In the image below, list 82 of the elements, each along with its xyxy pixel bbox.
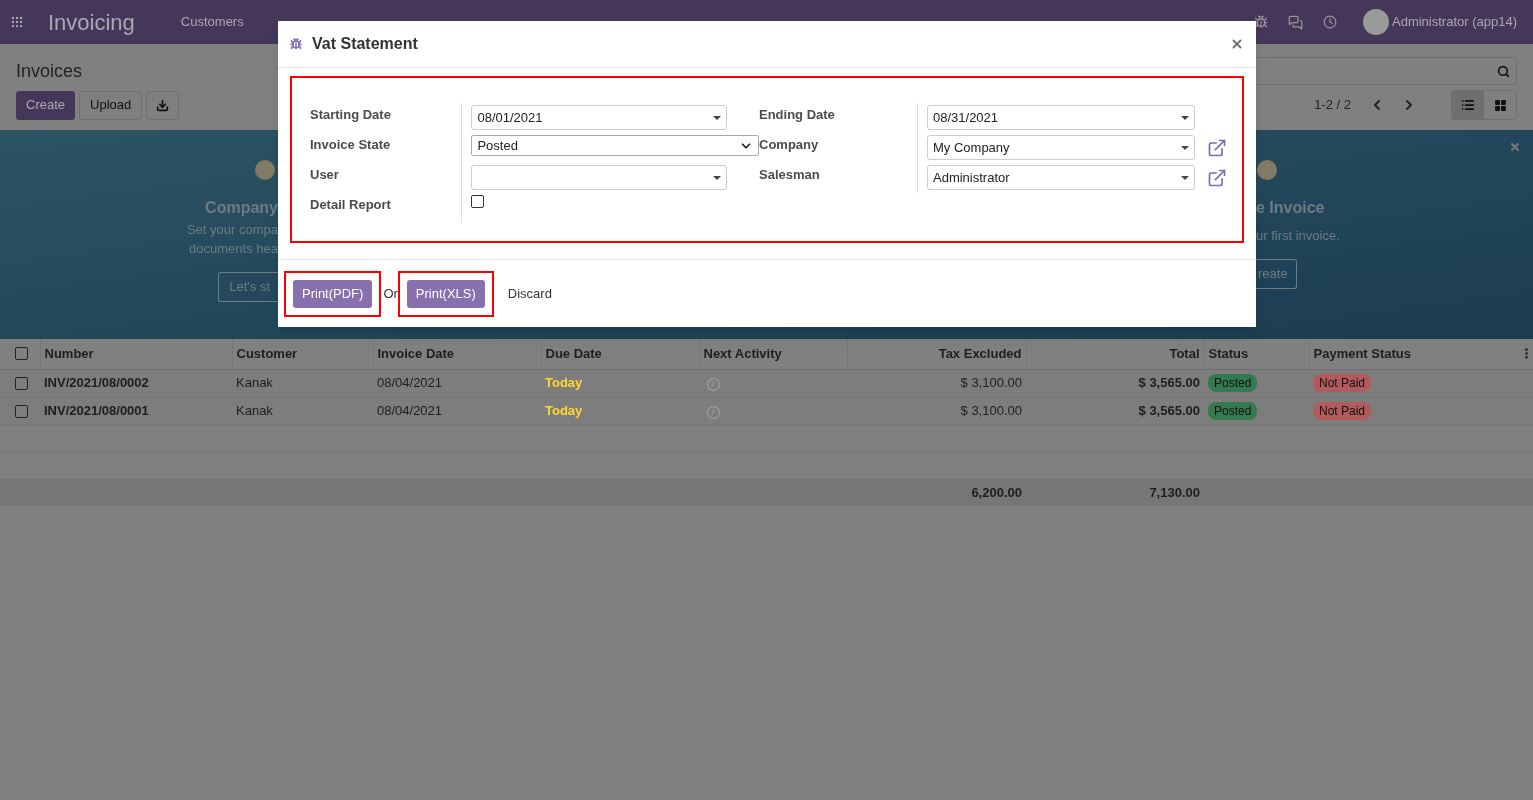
dropdown-field[interactable]: Administrator xyxy=(927,165,1195,190)
table-cell: Today xyxy=(545,375,583,391)
field-label: User xyxy=(310,166,340,184)
search-icon[interactable] xyxy=(1497,64,1510,78)
caret-icon xyxy=(713,115,721,120)
table-cell: $ 3,565.00 xyxy=(1138,375,1200,391)
select-all-checkbox[interactable] xyxy=(15,347,28,361)
table-cell: 08/04/2021 xyxy=(377,403,443,419)
status-badge: Posted xyxy=(1208,374,1258,393)
banner-text: Set your compa xyxy=(186,221,278,239)
close-icon[interactable] xyxy=(1509,141,1521,153)
caret-icon xyxy=(1181,115,1189,120)
upload-button[interactable]: Upload xyxy=(79,90,143,120)
external-link-icon[interactable] xyxy=(1207,167,1227,188)
status-badge: Posted xyxy=(1208,402,1258,421)
clock-icon[interactable] xyxy=(1323,15,1337,29)
user-name[interactable]: Administrator (app14) xyxy=(1392,12,1517,32)
column-header[interactable]: Next Activity xyxy=(699,339,847,369)
dropdown-field[interactable] xyxy=(471,165,727,190)
field-label: Detail Report xyxy=(310,196,392,214)
caret-icon xyxy=(1181,145,1189,150)
payment-status-badge: Not Paid xyxy=(1313,374,1372,393)
table-cell: Kanak xyxy=(236,403,273,419)
select-field[interactable]: Posted xyxy=(471,135,759,156)
print-xls-button[interactable]: Print(XLS) xyxy=(406,279,485,308)
table-cell: INV/2021/08/0001 xyxy=(44,403,149,419)
banner-text: documents hea xyxy=(189,240,278,258)
download-button[interactable] xyxy=(146,90,180,120)
field-label: Salesman xyxy=(759,166,821,184)
table-cell: $ 3,565.00 xyxy=(1138,403,1200,419)
row-checkbox[interactable] xyxy=(15,404,28,418)
banner-title: e Invoice xyxy=(1256,198,1325,218)
field-label: Company xyxy=(759,136,820,154)
column-header[interactable]: Tax Excluded xyxy=(847,339,1026,369)
avatar[interactable] xyxy=(1363,9,1389,35)
total-cell: 6,200.00 xyxy=(971,485,1022,500)
table-cell: $ 3,100.00 xyxy=(960,375,1022,391)
table-cell: 08/04/2021 xyxy=(377,375,443,391)
app-title: Invoicing xyxy=(48,8,135,37)
payment-status-badge: Not Paid xyxy=(1313,402,1372,421)
column-header[interactable]: Due Date xyxy=(541,339,699,369)
chat-icon[interactable] xyxy=(1288,14,1303,30)
dropdown-field[interactable]: 08/31/2021 xyxy=(927,105,1195,130)
app-menu-icon[interactable] xyxy=(10,15,24,29)
caret-icon xyxy=(1181,175,1189,180)
column-header[interactable]: Status xyxy=(1204,339,1309,369)
download-icon xyxy=(156,98,170,112)
list-view-button[interactable] xyxy=(1452,91,1484,119)
total-cell: 7,130.00 xyxy=(1149,485,1200,500)
field-label: Ending Date xyxy=(759,106,836,124)
list-icon xyxy=(1461,98,1475,112)
banner-title: Company xyxy=(205,198,278,218)
column-header[interactable]: Payment Status xyxy=(1309,339,1520,369)
pager: 1-2 / 2 xyxy=(1314,96,1351,115)
table-cell: INV/2021/08/0002 xyxy=(44,375,149,391)
table-cell: $ 3,100.00 xyxy=(960,403,1022,419)
create-button[interactable]: Create xyxy=(16,90,76,120)
checkbox[interactable] xyxy=(471,195,485,208)
column-header[interactable]: Number xyxy=(40,339,232,369)
separator-text: Or xyxy=(383,284,398,303)
close-icon[interactable] xyxy=(1230,37,1244,51)
row-checkbox[interactable] xyxy=(15,376,28,390)
print-pdf-button[interactable]: Print(PDF) xyxy=(293,279,373,308)
field-label: Invoice State xyxy=(310,136,392,154)
banner-text: ur first invoice. xyxy=(1256,227,1340,245)
discard-link[interactable]: Discard xyxy=(507,283,552,304)
table-cell: Kanak xyxy=(236,375,273,391)
column-header[interactable]: Invoice Date xyxy=(373,339,541,369)
dropdown-field[interactable]: 08/01/2021 xyxy=(471,105,727,130)
dropdown-field[interactable]: My Company xyxy=(927,135,1195,160)
column-header[interactable]: Customer xyxy=(232,339,373,369)
dialog-title: Vat Statement xyxy=(312,34,418,54)
menu-item[interactable]: Customers xyxy=(180,12,244,32)
grid-icon xyxy=(1493,98,1507,112)
column-header[interactable]: Total xyxy=(1026,339,1204,369)
bug-icon xyxy=(290,38,302,50)
caret-icon xyxy=(713,175,721,180)
table-cell: Today xyxy=(545,403,583,419)
bug-icon[interactable] xyxy=(1254,15,1268,29)
external-link-icon[interactable] xyxy=(1207,137,1227,158)
page-title: Invoices xyxy=(16,59,83,83)
field-label: Starting Date xyxy=(310,106,392,124)
